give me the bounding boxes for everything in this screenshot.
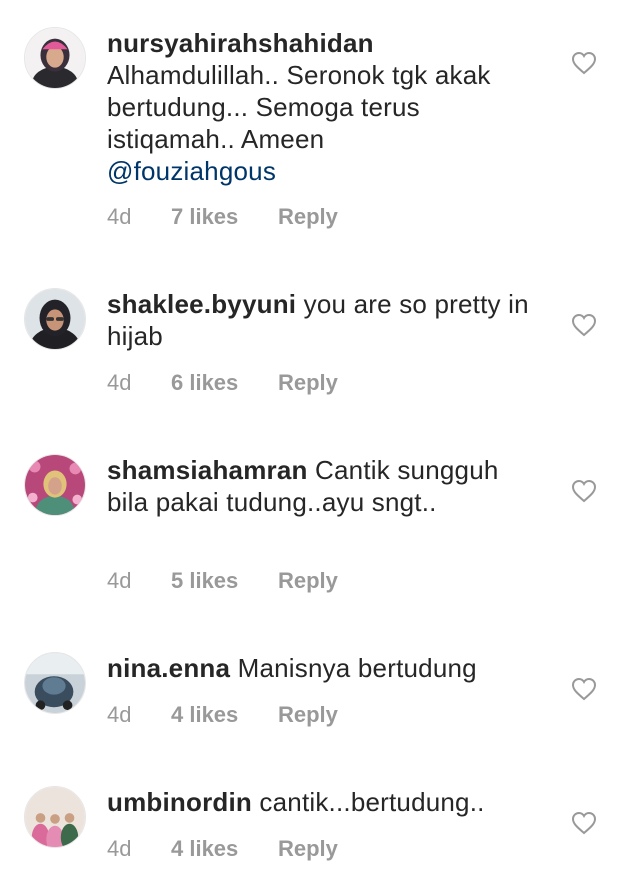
comment-body: shamsiahamran Cantik sungguh bila pakai … [107,454,547,518]
comment-mention[interactable]: @fouziahgous [107,156,276,186]
comment-likes[interactable]: 4 likes [171,702,278,728]
comment-text: Alhamdulillah.. Seronok tgk akak bertudu… [107,60,491,154]
comment-username[interactable]: nursyahirahshahidan [107,28,374,58]
heart-icon[interactable] [571,313,597,337]
reply-button[interactable]: Reply [278,702,338,728]
comment-body: umbinordin cantik...bertudung.. [107,786,547,818]
avatar[interactable] [24,786,86,848]
heart-icon[interactable] [571,479,597,503]
heart-icon[interactable] [571,51,597,75]
comment-likes[interactable]: 7 likes [171,204,278,230]
heart-icon[interactable] [571,811,597,835]
comment-body: shaklee.byyuni you are so pretty in hija… [107,288,547,352]
reply-button[interactable]: Reply [278,370,338,396]
comment-meta: 4d 7 likes Reply [107,204,338,230]
comment-username[interactable]: shamsiahamran [107,455,308,485]
reply-button[interactable]: Reply [278,568,338,594]
comment-meta: 4d 4 likes Reply [107,702,338,728]
reply-button[interactable]: Reply [278,204,338,230]
avatar[interactable] [24,652,86,714]
comment-time: 4d [107,370,132,395]
comment-meta: 4d 6 likes Reply [107,370,338,396]
comment-likes[interactable]: 6 likes [171,370,278,396]
comment-time: 4d [107,836,132,861]
comment-meta: 4d 4 likes Reply [107,836,338,862]
avatar[interactable] [24,27,86,89]
comment-meta: 4d 5 likes Reply [107,568,338,594]
comment-text: cantik...bertudung.. [259,787,485,817]
avatar[interactable] [24,288,86,350]
comment-time: 4d [107,702,132,727]
comment-time: 4d [107,568,132,593]
avatar[interactable] [24,454,86,516]
comment-username[interactable]: shaklee.byyuni [107,289,296,319]
heart-icon[interactable] [571,677,597,701]
comment-likes[interactable]: 4 likes [171,836,278,862]
comment-username[interactable]: umbinordin [107,787,252,817]
comment-likes[interactable]: 5 likes [171,568,278,594]
comment-time: 4d [107,204,132,229]
comment-text: Manisnya bertudung [237,653,477,683]
comment-body: nina.enna Manisnya bertudung [107,652,547,684]
reply-button[interactable]: Reply [278,836,338,862]
comment-body: nursyahirahshahidan Alhamdulillah.. Sero… [107,27,547,187]
comment-username[interactable]: nina.enna [107,653,230,683]
